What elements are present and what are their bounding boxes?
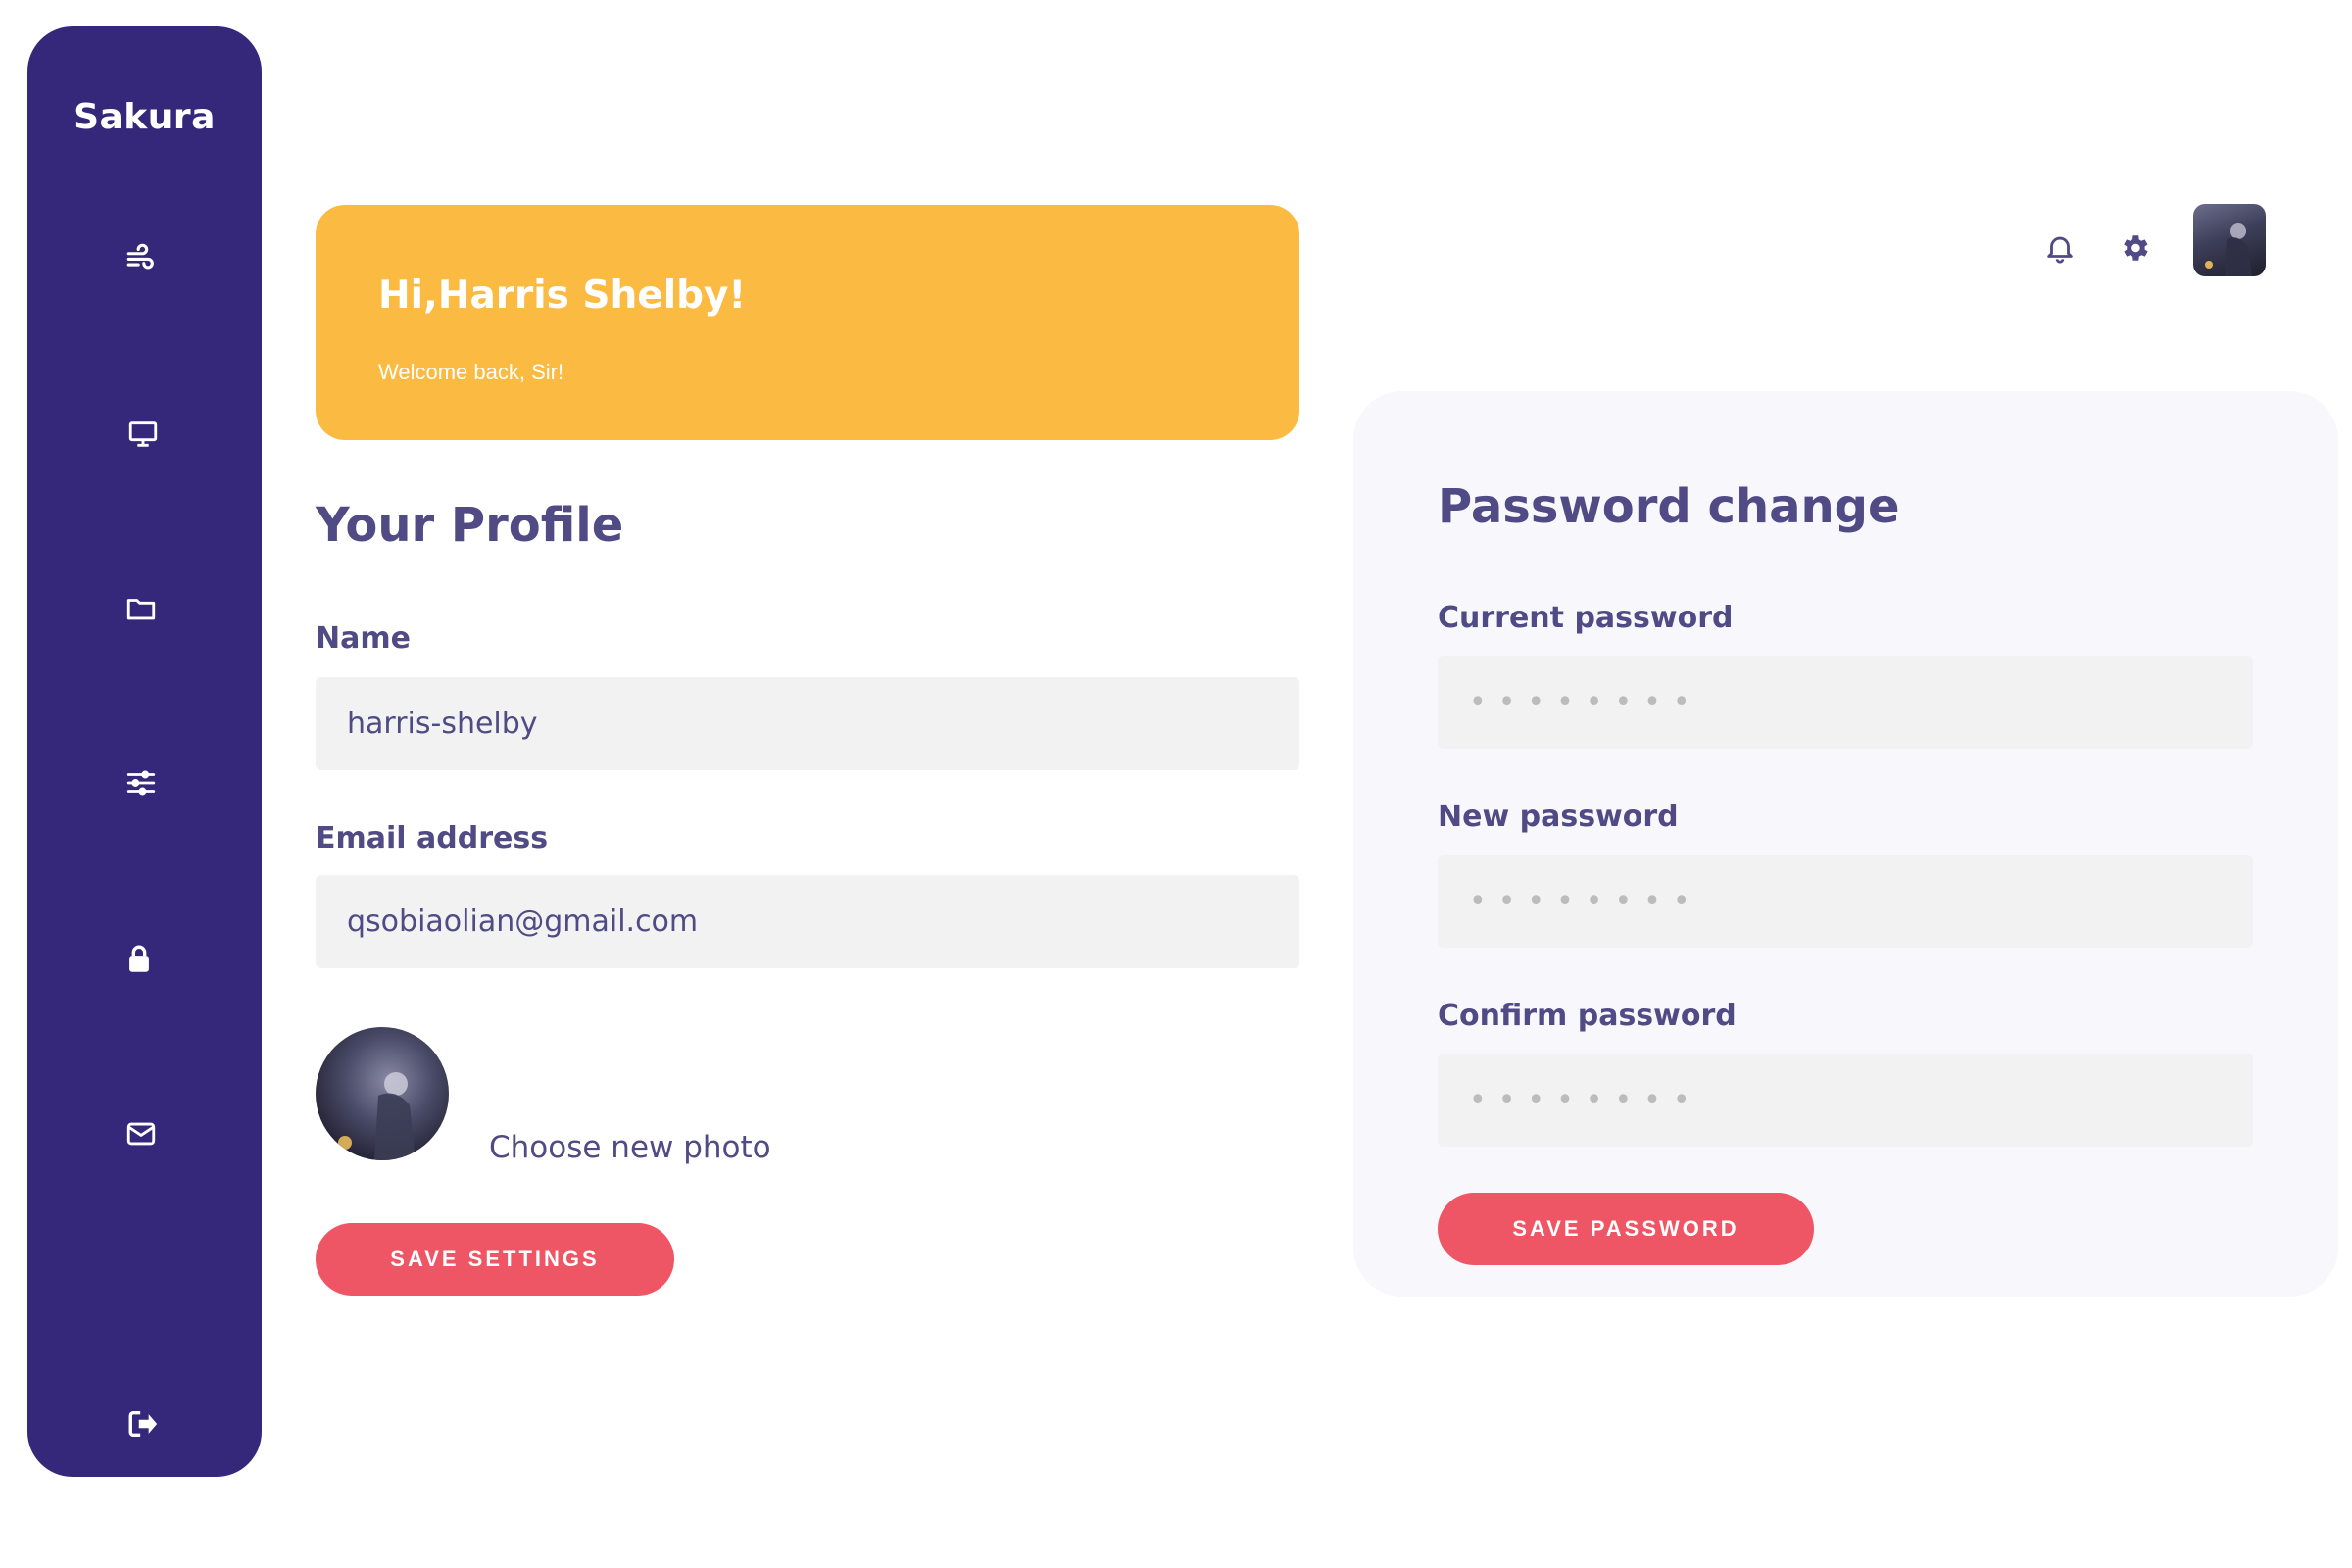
sidebar-item-security[interactable] (112, 932, 167, 987)
sidebar-item-logout[interactable] (116, 1396, 171, 1451)
sidebar-item-dashboard[interactable] (114, 230, 169, 285)
mail-icon (126, 1122, 156, 1146)
name-field[interactable] (316, 677, 1299, 770)
sidebar-item-mail[interactable] (114, 1106, 169, 1161)
lock-icon (129, 945, 149, 972)
new-password-field[interactable] (1438, 855, 2253, 948)
profile-photo (316, 1027, 449, 1160)
sidebar-item-settings[interactable] (114, 756, 169, 810)
greeting-banner: Hi,Harris Shelby! Welcome back, Sir! (316, 205, 1299, 440)
confirm-password-field[interactable] (1438, 1054, 2253, 1147)
folder-icon (126, 599, 156, 620)
monitor-icon (128, 421, 158, 447)
wind-icon (126, 243, 154, 270)
greeting-title: Hi,Harris Shelby! (378, 273, 747, 318)
email-field[interactable] (316, 875, 1299, 968)
save-password-button[interactable]: SAVE PASSWORD (1438, 1193, 1814, 1265)
password-card: Password change Current password New pas… (1353, 391, 2338, 1297)
user-avatar[interactable] (2193, 204, 2266, 276)
greeting-subtitle: Welcome back, Sir! (378, 360, 564, 384)
brand-logo: Sakura (74, 97, 216, 137)
confirm-password-label: Confirm password (1438, 999, 1737, 1033)
current-password-field[interactable] (1438, 656, 2253, 749)
sliders-icon (126, 770, 156, 796)
new-password-label: New password (1438, 800, 1679, 834)
email-label: Email address (316, 821, 549, 856)
bell-icon (2047, 236, 2073, 264)
password-title: Password change (1438, 479, 1900, 534)
current-password-label: Current password (1438, 601, 1734, 635)
profile-title: Your Profile (316, 498, 624, 553)
save-settings-button[interactable]: SAVE SETTINGS (316, 1223, 674, 1296)
sidebar-item-folder[interactable] (114, 581, 169, 636)
sidebar: Sakura (27, 26, 262, 1477)
notifications-button[interactable] (2040, 228, 2080, 268)
logout-icon (128, 1410, 158, 1438)
sidebar-item-monitor[interactable] (116, 407, 171, 462)
gear-icon (2124, 235, 2148, 261)
choose-photo-link[interactable]: Choose new photo (489, 1130, 771, 1165)
name-label: Name (316, 621, 411, 656)
settings-button[interactable] (2115, 228, 2154, 268)
